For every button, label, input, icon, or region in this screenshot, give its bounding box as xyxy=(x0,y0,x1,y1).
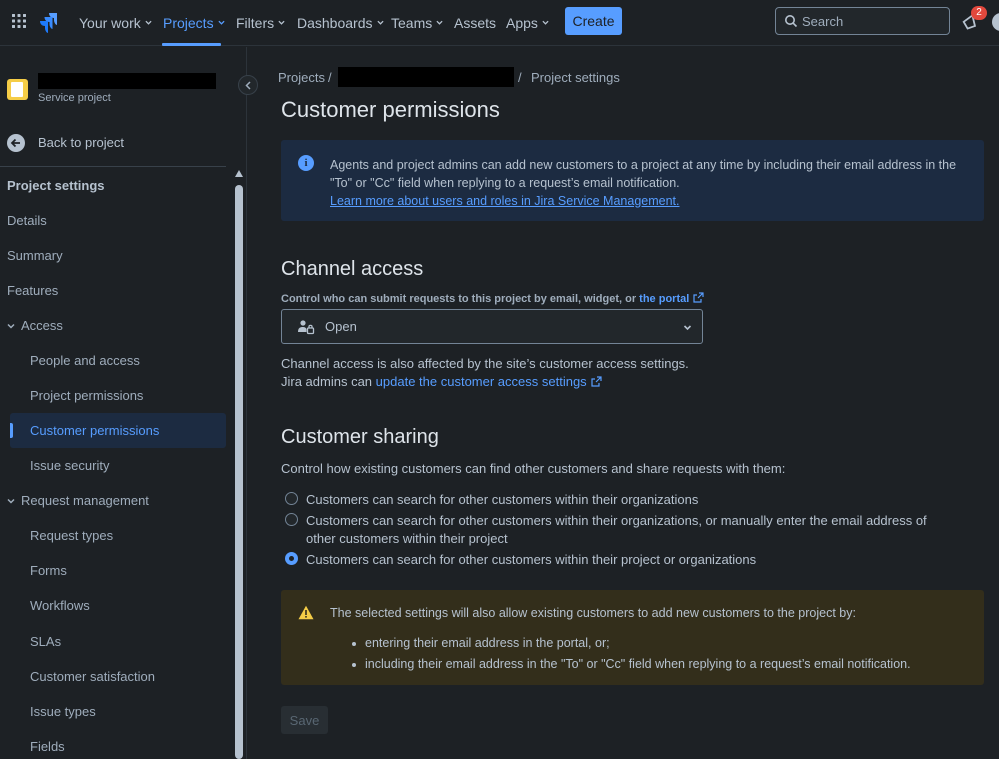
chevron-left-icon xyxy=(245,81,251,90)
chevron-down-icon xyxy=(542,20,549,25)
scrollbar-thumb[interactable] xyxy=(235,185,243,759)
list-item: including their email address in the "To… xyxy=(351,654,911,675)
sidebar-item-workflows[interactable]: Workflows xyxy=(30,598,90,613)
project-avatar-icon xyxy=(7,79,28,100)
save-button[interactable]: Save xyxy=(281,706,328,734)
page-title: Customer permissions xyxy=(281,97,500,122)
sidebar-selected-indicator xyxy=(10,423,13,438)
sidebar-item-access[interactable]: Access xyxy=(7,318,63,333)
notification-badge: 2 xyxy=(971,6,987,20)
sidebar-item-request-types[interactable]: Request types xyxy=(30,528,113,543)
breadcrumb-separator: / xyxy=(328,70,332,85)
active-nav-indicator xyxy=(162,43,221,46)
list-item: entering their email address in the port… xyxy=(351,633,911,654)
customer-sharing-description: Control how existing customers can find … xyxy=(281,461,786,476)
nav-teams[interactable]: Teams xyxy=(391,14,443,32)
redacted-project-name xyxy=(38,73,216,89)
top-navigation: Your work Projects Filters Dashboards Te… xyxy=(0,0,999,46)
sidebar-item-forms[interactable]: Forms xyxy=(30,563,67,578)
search-input[interactable] xyxy=(802,10,942,32)
sidebar-item-customer-satisfaction[interactable]: Customer satisfaction xyxy=(30,669,155,684)
chevron-down-icon xyxy=(436,20,443,25)
sidebar-item-slas[interactable]: SLAs xyxy=(30,634,61,649)
nav-filters[interactable]: Filters xyxy=(236,14,285,32)
breadcrumb-projects[interactable]: Projects xyxy=(278,70,325,86)
portal-link[interactable]: the portal xyxy=(639,292,704,305)
sidebar-item-fields[interactable]: Fields xyxy=(30,739,65,754)
chevron-down-icon xyxy=(7,323,15,329)
info-icon: i xyxy=(298,155,314,171)
scroll-up-arrow-icon[interactable] xyxy=(235,170,243,177)
breadcrumb-separator: / xyxy=(518,70,522,85)
channel-access-value: Open xyxy=(325,319,357,334)
sidebar-item-issue-security[interactable]: Issue security xyxy=(30,458,109,473)
project-type: Service project xyxy=(38,92,111,104)
channel-access-select[interactable]: Open xyxy=(281,309,703,344)
info-panel: i Agents and project admins can add new … xyxy=(281,140,984,221)
avatar[interactable] xyxy=(992,13,999,31)
collapse-sidebar-button[interactable] xyxy=(238,75,258,95)
external-link-icon xyxy=(693,292,704,303)
search-box[interactable] xyxy=(775,7,950,35)
jira-logo-icon[interactable] xyxy=(39,11,59,33)
sidebar-item-request-management[interactable]: Request management xyxy=(7,493,149,508)
create-button[interactable]: Create xyxy=(565,7,622,35)
sidebar-item-project-permissions[interactable]: Project permissions xyxy=(30,388,143,403)
radio-button[interactable] xyxy=(285,513,298,526)
radio-button-selected[interactable] xyxy=(285,552,298,565)
customer-sharing-heading: Customer sharing xyxy=(281,426,439,448)
redacted-breadcrumb-project[interactable] xyxy=(338,67,514,87)
search-icon xyxy=(785,15,798,28)
sidebar xyxy=(0,47,233,759)
chevron-down-icon xyxy=(145,20,152,25)
arrow-left-icon xyxy=(7,134,25,152)
app-switcher-icon[interactable] xyxy=(11,13,27,29)
sidebar-heading: Project settings xyxy=(7,178,105,193)
radio-button[interactable] xyxy=(285,492,298,505)
channel-access-help: Control who can submit requests to this … xyxy=(281,292,704,305)
nav-your-work[interactable]: Your work xyxy=(79,14,152,32)
chevron-down-icon xyxy=(7,498,15,504)
sidebar-separator xyxy=(0,166,226,167)
nav-apps[interactable]: Apps xyxy=(506,14,549,32)
chevron-down-icon xyxy=(278,20,285,25)
chevron-down-icon xyxy=(376,20,384,25)
warning-panel: The selected settings will also allow ex… xyxy=(281,590,984,685)
sidebar-item-people-and-access[interactable]: People and access xyxy=(30,353,140,368)
warning-text: The selected settings will also allow ex… xyxy=(330,606,856,620)
sidebar-divider xyxy=(246,47,247,759)
update-access-settings-link[interactable]: update the customer access settings xyxy=(376,374,602,389)
nav-assets[interactable]: Assets xyxy=(454,14,496,32)
sidebar-item-summary[interactable]: Summary xyxy=(7,248,63,263)
sidebar-item-features[interactable]: Features xyxy=(7,283,58,298)
people-lock-icon xyxy=(298,320,315,335)
learn-more-link[interactable]: Learn more about users and roles in Jira… xyxy=(330,194,680,208)
external-link-icon xyxy=(591,376,602,387)
sidebar-item-customer-permissions[interactable]: Customer permissions xyxy=(30,423,159,438)
channel-access-note: Channel access is also affected by the s… xyxy=(281,356,689,371)
warning-icon xyxy=(298,605,314,620)
sidebar-item-details[interactable]: Details xyxy=(7,213,47,228)
breadcrumb-project-settings[interactable]: Project settings xyxy=(531,70,620,86)
channel-access-admin-note: Jira admins can update the customer acce… xyxy=(281,374,602,389)
info-text: Agents and project admins can add new cu… xyxy=(330,158,957,190)
warning-list: entering their email address in the port… xyxy=(351,633,911,675)
nav-dashboards[interactable]: Dashboards xyxy=(297,14,384,32)
nav-projects[interactable]: Projects xyxy=(163,14,225,32)
sidebar-item-issue-types[interactable]: Issue types xyxy=(30,704,96,719)
chevron-down-icon xyxy=(683,325,692,331)
channel-access-heading: Channel access xyxy=(281,258,424,280)
chevron-down-icon xyxy=(217,20,225,25)
